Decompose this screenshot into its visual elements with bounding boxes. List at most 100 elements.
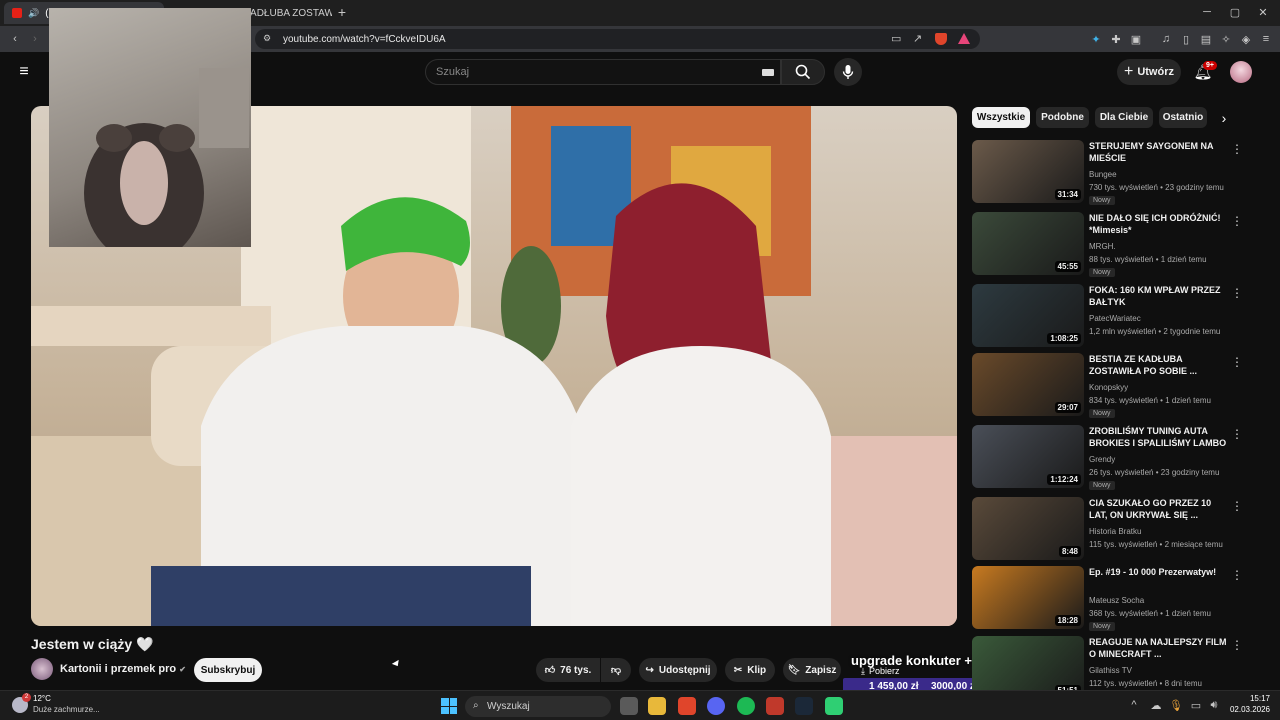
mic-tray-icon[interactable]: 🎙︎ [1169,699,1183,712]
file-explorer-icon[interactable] [648,697,666,715]
recommendation-title[interactable]: Ep. #19 - 10 000 Prezerwatyw! [1089,566,1229,578]
save-button[interactable]: 🔖︎ Zapisz [783,658,841,682]
recommendation-channel[interactable]: PatecWariatec [1089,314,1141,323]
recommendation-item[interactable]: 45:55 NIE DAŁO SIĘ ICH ODRÓŻNIĆ! *Mimesis… [972,212,1252,280]
site-info-icon[interactable]: ⚙ [263,33,271,44]
search-button[interactable] [781,59,825,85]
recommendation-channel[interactable]: Konopskyy [1089,383,1128,392]
video-thumbnail[interactable]: 31:34 [972,140,1084,203]
clip-button[interactable]: ✂ Klip [725,658,775,682]
more-options-icon[interactable]: ⋮ [1231,355,1243,369]
recommendation-channel[interactable]: MRGH. [1089,242,1116,251]
address-bar[interactable]: ⚙ youtube.com/watch?v=fCckveIDU6A ▭ ↗ [255,29,980,49]
video-thumbnail[interactable]: 45:55 [972,212,1084,275]
cast-icon[interactable]: ▭ [891,32,901,45]
extension-icon[interactable]: ✦ [1090,32,1102,46]
video-thumbnail[interactable]: 8:48 [972,497,1084,560]
task-view-icon[interactable] [620,697,638,715]
windows-start-icon[interactable] [441,698,457,714]
brave-shield-icon[interactable] [935,33,947,45]
wallet-icon[interactable]: ▤ [1200,32,1212,46]
recommendation-item[interactable]: 1:12:24 ZROBILIŚMY TUNING AUTA BROKIES I … [972,425,1252,493]
more-options-icon[interactable]: ⋮ [1231,568,1243,582]
subscribe-button[interactable]: Subskrybuj [194,658,262,682]
puzzle-icon[interactable]: ✚ [1110,32,1122,46]
dislike-button[interactable]: 👎︎ [601,658,631,682]
menu-icon[interactable]: ≡ [1260,32,1272,46]
recommendation-item[interactable]: 31:34 STERUJEMY SAYGONEM NA MIEŚCIE Bungee… [972,140,1252,208]
back-icon[interactable]: ‹ [8,32,22,46]
more-options-icon[interactable]: ⋮ [1231,427,1243,441]
recommendation-item[interactable]: 8:48 CIA SZUKAŁO GO PRZEZ 10 LAT, ON UKRY… [972,497,1252,565]
recommendation-meta: 112 tys. wyświetleń • 8 dni temu [1089,679,1202,688]
forward-icon[interactable]: › [28,32,42,46]
chevron-right-icon[interactable]: › [1216,110,1232,126]
close-button[interactable]: ✕ [1254,5,1272,19]
screenshot-icon[interactable]: ▣ [1130,32,1142,46]
sidebar-icon[interactable]: ▯ [1180,32,1192,46]
recommendation-title[interactable]: ZROBILIŚMY TUNING AUTA BROKIES I SPALILI… [1089,425,1229,449]
video-thumbnail[interactable]: 1:12:24 [972,425,1084,488]
recommendation-channel[interactable]: Historia Bratku [1089,527,1141,536]
steam-icon[interactable] [795,697,813,715]
share-icon[interactable]: ↗ [913,32,922,45]
chip-for-you[interactable]: Dla Ciebie [1095,107,1153,128]
minimize-button[interactable]: ─ [1198,5,1216,19]
like-button[interactable]: 👍︎ 76 tys. [536,658,600,682]
recommendation-title[interactable]: STERUJEMY SAYGONEM NA MIEŚCIE [1089,140,1229,164]
monitor-icon[interactable]: ▭ [1190,699,1202,712]
recommendation-title[interactable]: NIE DAŁO SIĘ ICH ODRÓŻNIĆ! *Mimesis* [1089,212,1229,236]
create-button[interactable]: + Utwórz [1117,59,1181,85]
chip-recent[interactable]: Ostatnio [1159,107,1207,128]
brave-shield-taskbar-icon[interactable] [766,697,784,715]
vpn-icon[interactable]: ◈ [1240,32,1252,46]
bookmark-icon: 🔖︎ [787,664,801,676]
brave-browser-icon[interactable] [678,697,696,715]
recommendation-title[interactable]: BESTIA ZE KADŁUBA ZOSTAWIŁA PO SOBIE ... [1089,353,1229,377]
channel-name[interactable]: Kartonii i przemek pro ✔ [60,663,186,675]
maximize-button[interactable]: ▢ [1226,5,1244,19]
recommendation-title[interactable]: CIA SZUKAŁO GO PRZEZ 10 LAT, ON UKRYWAŁ … [1089,497,1229,521]
avatar[interactable] [1230,61,1252,83]
video-thumbnail[interactable]: 18:28 [972,566,1084,629]
leo-icon[interactable]: ✧ [1220,32,1232,46]
recommendation-item[interactable]: 29:07 BESTIA ZE KADŁUBA ZOSTAWIŁA PO SOBI… [972,353,1252,421]
obs-app-icon[interactable] [825,697,843,715]
chip-related[interactable]: Podobne [1036,107,1089,128]
recommendation-channel[interactable]: Grendy [1089,455,1115,464]
search-input[interactable]: Szukaj [425,59,781,85]
discord-icon[interactable] [707,697,725,715]
more-options-icon[interactable]: ⋮ [1231,214,1243,228]
channel-avatar[interactable] [31,658,53,680]
chip-all[interactable]: Wszystkie [972,107,1030,128]
recommendation-title[interactable]: FOKA: 160 KM WPŁAW PRZEZ BAŁTYK [1089,284,1229,308]
more-options-icon[interactable]: ⋮ [1231,286,1243,300]
recommendation-channel[interactable]: Bungee [1089,170,1117,179]
more-options-icon[interactable]: ⋮ [1231,142,1243,156]
clock-date[interactable]: 02.03.2026 [1224,705,1270,714]
spotify-icon[interactable] [737,697,755,715]
voice-search-button[interactable] [834,58,862,86]
recommendation-item[interactable]: 18:28 Ep. #19 - 10 000 Prezerwatyw! Mateus… [972,566,1252,634]
cloud-icon[interactable]: ☁ [1150,699,1162,712]
recommendation-title[interactable]: REAGUJE NA NAJLEPSZY FILM O MINECRAFT ..… [1089,636,1229,660]
more-options-icon[interactable]: ⋮ [1231,638,1243,652]
download-button[interactable]: ⤓ Pobierz [861,666,900,677]
keyboard-icon[interactable] [762,69,774,76]
volume-icon[interactable]: 🔊︎ [1208,699,1220,711]
music-icon[interactable]: ♫ [1160,32,1172,46]
new-tab-button[interactable]: + [334,4,350,20]
recommendation-channel[interactable]: Gilathiss TV [1089,666,1132,675]
recommendation-channel[interactable]: Mateusz Socha [1089,596,1144,605]
hamburger-menu-icon[interactable]: ≡ [16,63,32,80]
recommendation-item[interactable]: 1:08:25 FOKA: 160 KM WPŁAW PRZEZ BAŁTYK Pa… [972,284,1252,352]
more-options-icon[interactable]: ⋮ [1231,499,1243,513]
speaker-icon[interactable]: 🔊 [28,8,39,19]
share-button[interactable]: ↪ Udostępnij [639,658,717,682]
brave-rewards-icon[interactable] [958,33,970,44]
video-thumbnail[interactable]: 1:08:25 [972,284,1084,347]
clock-time[interactable]: 15:17 [1234,694,1270,703]
taskbar-search[interactable]: ⌕ Wyszukaj [465,696,611,717]
tray-chevron-icon[interactable]: ^ [1128,699,1140,711]
video-thumbnail[interactable]: 29:07 [972,353,1084,416]
